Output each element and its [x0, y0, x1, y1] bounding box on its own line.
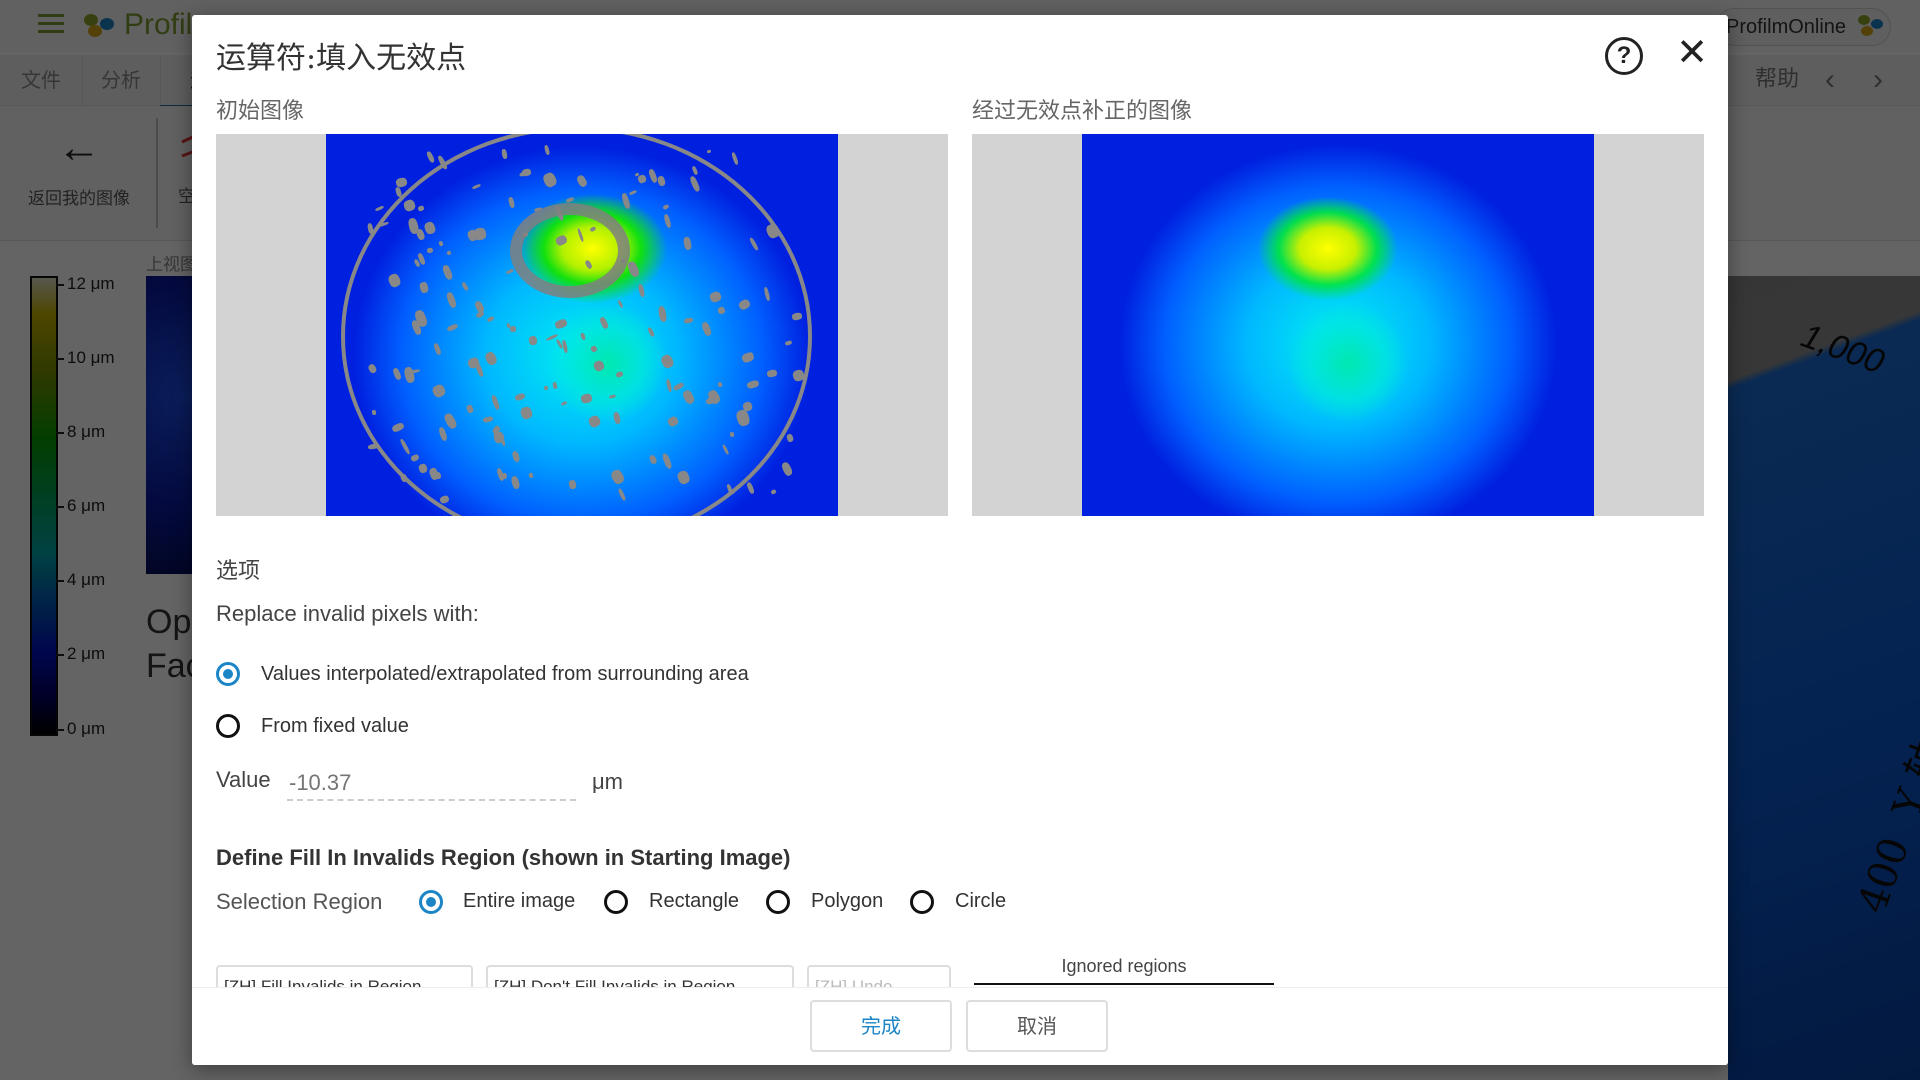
fill-invalids-dialog: 运算符:填入无效点 ? ✕ 初始图像 经过无效点补正的图像 选项 Replace… — [192, 15, 1728, 1065]
invalid-region-blob — [510, 202, 631, 298]
radio-rectangle-label[interactable]: Rectangle — [649, 890, 739, 913]
starting-image-label: 初始图像 — [216, 99, 305, 124]
radio-entire-image[interactable] — [419, 890, 443, 914]
help-icon[interactable]: ? — [1605, 37, 1643, 75]
corrected-image-label: 经过无效点补正的图像 — [972, 99, 1193, 124]
dialog-title: 运算符:填入无效点 — [216, 41, 467, 76]
region-section-title: Define Fill In Invalids Region (shown in… — [216, 845, 791, 870]
options-title: 选项 — [216, 559, 261, 584]
close-icon[interactable]: ✕ — [1672, 33, 1712, 73]
radio-interpolated-label[interactable]: Values interpolated/extrapolated from su… — [261, 663, 749, 686]
ignored-regions-tab[interactable]: Ignored regions — [974, 956, 1274, 985]
corrected-image — [1082, 134, 1594, 516]
corrected-image-frame — [972, 134, 1704, 516]
radio-interpolated[interactable] — [216, 662, 240, 686]
radio-polygon[interactable] — [766, 890, 790, 914]
replace-label: Replace invalid pixels with: — [216, 601, 479, 626]
value-input[interactable] — [287, 767, 576, 801]
value-label: Value — [216, 767, 271, 792]
radio-entire-image-label[interactable]: Entire image — [463, 890, 575, 913]
radio-polygon-label[interactable]: Polygon — [811, 890, 883, 913]
invalid-pixel-speck — [509, 325, 517, 333]
done-button[interactable]: 完成 — [810, 1000, 952, 1052]
radio-rectangle[interactable] — [604, 890, 628, 914]
radio-fixed-value[interactable] — [216, 714, 240, 738]
radio-fixed-value-label[interactable]: From fixed value — [261, 715, 409, 738]
value-unit: μm — [592, 769, 624, 794]
dialog-footer: 完成 取消 — [192, 987, 1728, 1065]
radio-circle[interactable] — [910, 890, 934, 914]
starting-image-frame[interactable] — [216, 134, 948, 516]
radio-circle-label[interactable]: Circle — [955, 890, 1006, 913]
cancel-button[interactable]: 取消 — [966, 1000, 1108, 1052]
selection-region-label: Selection Region — [216, 889, 383, 914]
starting-image[interactable] — [326, 134, 838, 516]
height-map — [1082, 134, 1594, 516]
